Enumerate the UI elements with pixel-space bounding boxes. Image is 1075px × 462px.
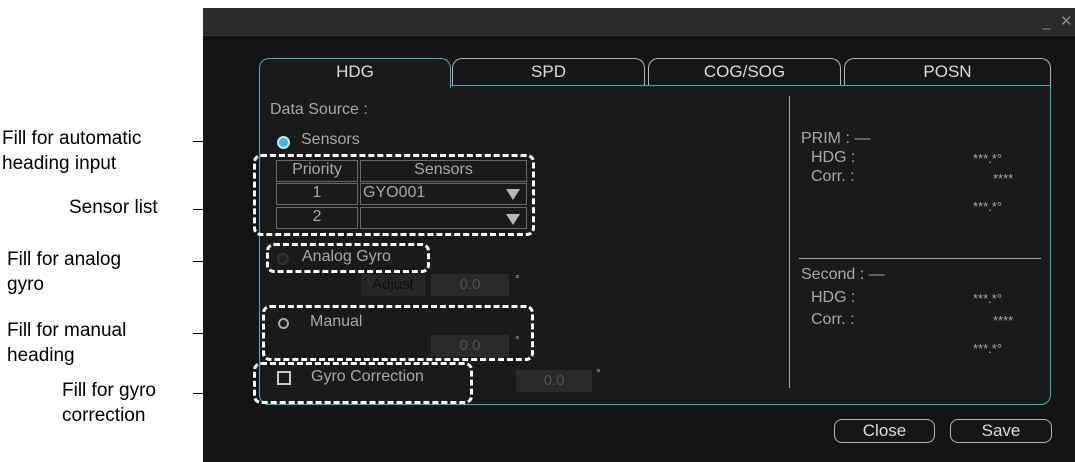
prim-corr-value: **** bbox=[993, 171, 1014, 186]
title-bar: _ ✕ bbox=[203, 8, 1075, 36]
data-source-label: Data Source : bbox=[270, 101, 368, 118]
callout-analog-line2: gyro bbox=[7, 274, 44, 295]
highlight-sensor-list bbox=[253, 154, 535, 236]
tab-cog-sog[interactable]: COG/SOG bbox=[648, 58, 841, 86]
prim-extra-value: ***.*° bbox=[973, 199, 1003, 214]
minimize-icon[interactable]: _ bbox=[1043, 12, 1051, 30]
adjust-value-input[interactable]: 0.0 bbox=[431, 274, 509, 296]
tab-spd[interactable]: SPD bbox=[452, 58, 645, 86]
callout-manual-line1: Fill for manual bbox=[7, 320, 127, 341]
close-icon[interactable]: ✕ bbox=[1060, 12, 1073, 30]
prim-hdg-label: HDG : bbox=[811, 149, 856, 166]
callout-automatic-line1: Fill for automatic bbox=[2, 128, 142, 149]
highlight-analog-gyro bbox=[266, 243, 430, 273]
highlight-manual bbox=[262, 305, 534, 361]
callout-analog-line1: Fill for analog bbox=[7, 249, 122, 270]
save-button[interactable]: Save bbox=[950, 419, 1052, 443]
second-hdg-value: ***.*° bbox=[973, 291, 1003, 306]
callout-gyrocorr-line2: correction bbox=[62, 405, 146, 426]
second-extra-value: ***.*° bbox=[973, 341, 1003, 356]
adjust-degree: ° bbox=[515, 272, 520, 286]
second-label: Second : — bbox=[801, 266, 885, 283]
second-corr-value: **** bbox=[993, 313, 1014, 328]
callout-manual-line2: heading bbox=[7, 345, 75, 366]
status-divider bbox=[799, 258, 1041, 259]
adjust-label: Adjust bbox=[361, 274, 425, 296]
callout-automatic-line2: heading input bbox=[2, 153, 117, 174]
close-button[interactable]: Close bbox=[834, 419, 935, 443]
second-hdg-label: HDG : bbox=[811, 289, 856, 306]
callout-automatic-heading: Fill for automatic heading input bbox=[2, 128, 194, 175]
vertical-divider bbox=[789, 96, 790, 388]
sensors-radio[interactable] bbox=[277, 136, 290, 149]
highlight-gyro-correction bbox=[253, 362, 473, 404]
hdg-settings-window: _ ✕ HDG SPD COG/SOG POSN Data Source : S… bbox=[203, 8, 1075, 462]
callout-analog-gyro: Fill for analog gyro bbox=[7, 249, 199, 296]
callout-manual-heading: Fill for manual heading bbox=[7, 320, 199, 367]
callout-gyrocorr-line1: Fill for gyro bbox=[62, 380, 156, 401]
callout-sensor-list: Sensor list bbox=[69, 197, 158, 218]
prim-hdg-value: ***.*° bbox=[973, 151, 1003, 166]
prim-label: PRIM : — bbox=[801, 130, 871, 147]
prim-corr-label: Corr. : bbox=[811, 168, 855, 185]
tab-hdg[interactable]: HDG bbox=[259, 58, 451, 88]
gyro-correction-value-input[interactable]: 0.0 bbox=[516, 370, 592, 392]
second-corr-label: Corr. : bbox=[811, 311, 855, 328]
gyro-correction-degree: ° bbox=[596, 366, 601, 380]
tab-posn[interactable]: POSN bbox=[844, 58, 1051, 86]
callout-gyro-correction: Fill for gyro correction bbox=[62, 380, 202, 427]
sensors-radio-label: Sensors bbox=[301, 131, 360, 148]
